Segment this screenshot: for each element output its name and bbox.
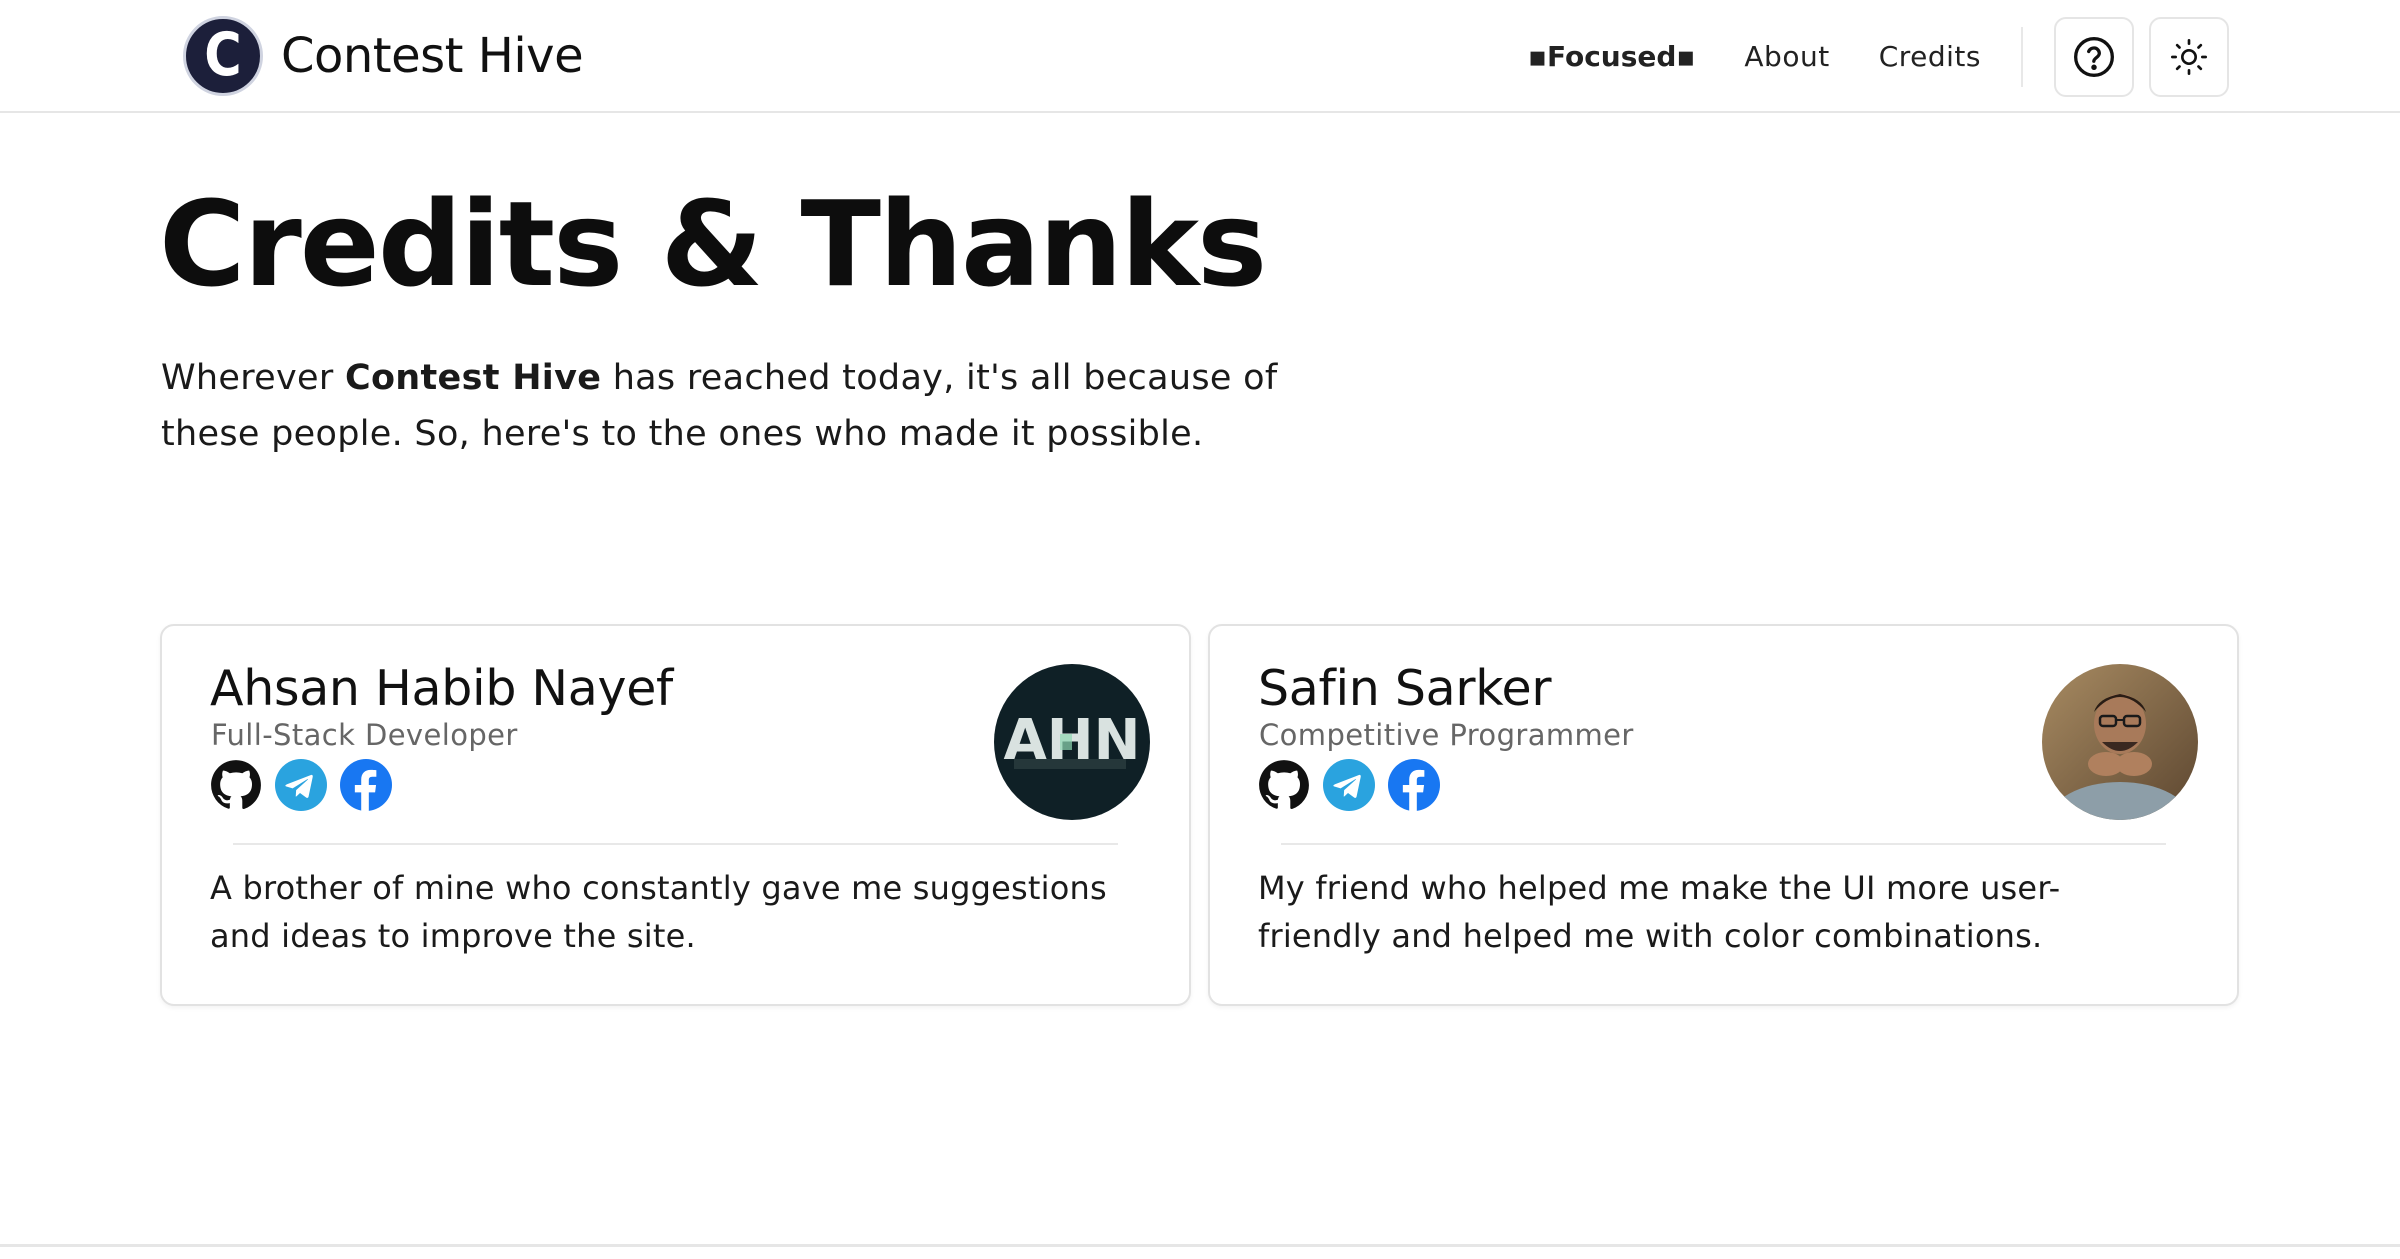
card-divider — [233, 843, 1118, 845]
page-title: Credits & Thanks — [159, 175, 1267, 313]
page-intro: Wherever Contest Hive has reached today,… — [161, 350, 1311, 462]
nav-about-link[interactable]: About — [1744, 40, 1829, 73]
avatar — [2042, 664, 2198, 820]
person-description: My friend who helped me make the UI more… — [1258, 869, 2061, 955]
theme-toggle-button[interactable] — [2149, 16, 2229, 97]
credit-card: Safin Sarker Competitive Programmer My f… — [1208, 624, 2239, 1006]
github-link[interactable] — [1258, 759, 1310, 811]
social-links — [210, 759, 392, 811]
help-button[interactable] — [2054, 16, 2134, 97]
person-role: Full-Stack Developer — [211, 718, 518, 752]
question-circle-icon — [2074, 36, 2114, 77]
nav-divider — [2021, 26, 2023, 87]
telegram-icon — [275, 759, 327, 811]
person-role: Competitive Programmer — [1259, 718, 1634, 752]
credit-card: Ahsan Habib Nayef Full-Stack Developer A… — [160, 624, 1191, 1006]
site-header: C Contest Hive ▪Focused▪ About Credits — [0, 0, 2400, 113]
intro-brand-name: Contest Hive — [344, 358, 602, 398]
brand-name: Contest Hive — [281, 28, 584, 84]
telegram-icon — [1323, 759, 1375, 811]
avatar: AHN — [994, 664, 1150, 820]
intro-text-before: Wherever — [161, 358, 345, 398]
telegram-link[interactable] — [275, 759, 327, 811]
main-nav: ▪Focused▪ About Credits — [1528, 0, 2229, 113]
person-description: A brother of mine who constantly gave me… — [210, 869, 1107, 955]
github-link[interactable] — [210, 759, 262, 811]
avatar-ahn-image: AHN — [994, 664, 1150, 820]
avatar-photo — [2042, 664, 2198, 820]
person-name: Ahsan Habib Nayef — [210, 660, 674, 717]
telegram-link[interactable] — [1323, 759, 1375, 811]
card-divider — [1281, 843, 2166, 845]
social-links — [1258, 759, 1440, 811]
sun-icon — [2171, 38, 2207, 75]
facebook-icon — [1388, 759, 1440, 811]
logo-icon: C — [183, 16, 263, 96]
brand-home-link[interactable]: C Contest Hive — [183, 15, 584, 97]
github-icon — [211, 760, 261, 810]
person-name: Safin Sarker — [1258, 660, 1552, 717]
footer-divider — [0, 1244, 2400, 1247]
github-icon — [1259, 760, 1309, 810]
facebook-icon — [340, 759, 392, 811]
nav-focused-link[interactable]: ▪Focused▪ — [1528, 40, 1695, 73]
logo-letter: C — [204, 20, 242, 90]
nav-credits-link[interactable]: Credits — [1879, 40, 1981, 73]
facebook-link[interactable] — [1388, 759, 1440, 811]
facebook-link[interactable] — [340, 759, 392, 811]
